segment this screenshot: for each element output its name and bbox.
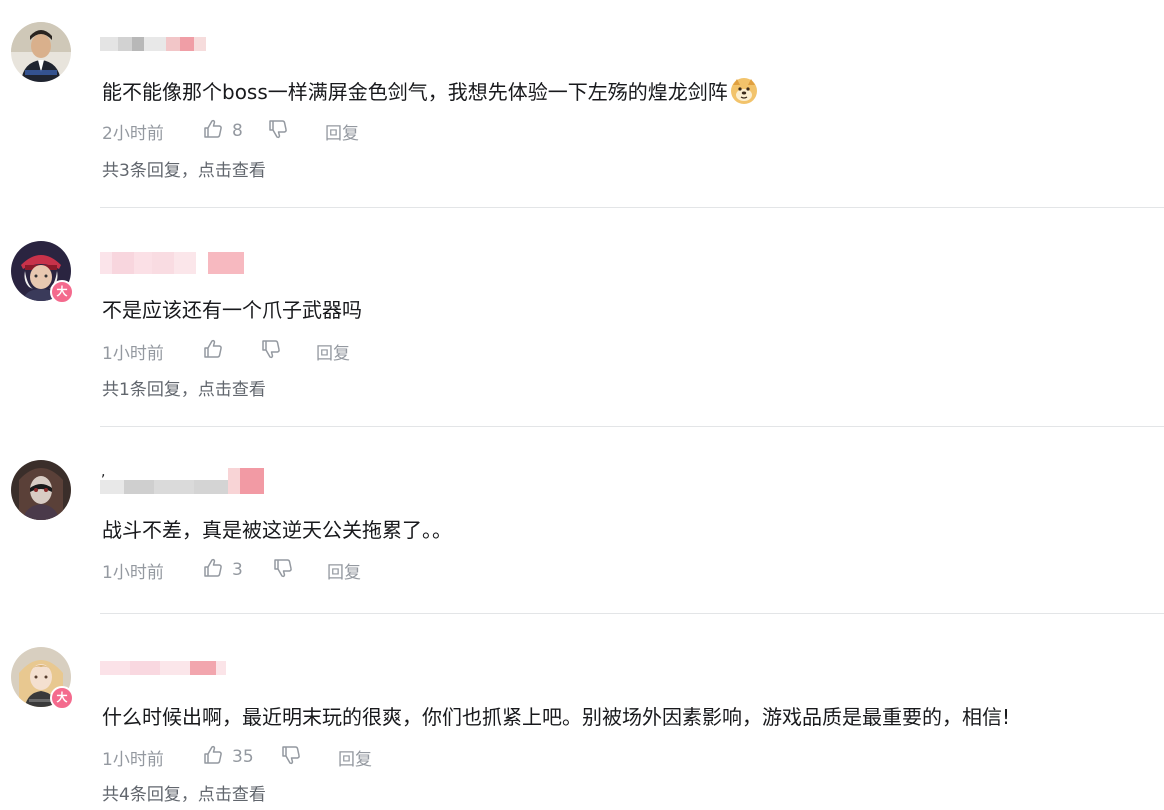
- like-button[interactable]: [202, 338, 260, 365]
- timestamp: 1小时前: [102, 343, 164, 364]
- thumbs-up-icon: [202, 338, 232, 365]
- comment-meta: 1小时前 3 回复: [102, 557, 361, 584]
- username[interactable]: [100, 252, 244, 274]
- view-replies-link[interactable]: 共1条回复，点击查看: [102, 379, 266, 401]
- thumbs-up-icon: [202, 557, 232, 584]
- comment-text: 什么时候出啊，最近明末玩的很爽，你们也抓紧上吧。别被场外因素影响，游戏品质是最重…: [102, 705, 1011, 729]
- divider: [100, 613, 1164, 614]
- dislike-button[interactable]: [260, 338, 316, 365]
- reply-button[interactable]: 回复: [325, 119, 359, 144]
- avatar[interactable]: [11, 22, 71, 82]
- thumbs-down-icon: [260, 338, 282, 365]
- avatar[interactable]: [11, 460, 71, 520]
- dislike-button[interactable]: [280, 744, 338, 771]
- username[interactable]: [100, 658, 226, 678]
- vip-badge: 大: [50, 686, 74, 710]
- comment-meta: 1小时前 回复: [102, 338, 350, 365]
- dislike-button[interactable]: [267, 118, 325, 145]
- like-button[interactable]: 3: [202, 557, 272, 584]
- thumbs-down-icon: [267, 118, 289, 145]
- vip-badge: 大: [50, 280, 74, 304]
- view-replies-link[interactable]: 共3条回复，点击查看: [102, 160, 266, 182]
- like-button[interactable]: 8: [202, 118, 267, 145]
- timestamp: 2小时前: [102, 123, 164, 144]
- like-count: 8: [232, 121, 243, 141]
- username[interactable]: [100, 34, 206, 54]
- thumbs-up-icon: [202, 744, 232, 771]
- comment-meta: 1小时前 35 回复: [102, 744, 372, 771]
- comment-text: 能不能像那个boss一样满屏金色剑气，我想先体验一下左殇的煌龙剑阵: [102, 77, 758, 111]
- like-button[interactable]: 35: [202, 744, 280, 771]
- thumbs-up-icon: [202, 118, 232, 145]
- thumbs-down-icon: [272, 557, 294, 584]
- reply-button[interactable]: 回复: [316, 339, 350, 364]
- like-count: 3: [232, 560, 243, 580]
- divider: [100, 426, 1164, 427]
- doge-emoji-icon: [730, 77, 758, 111]
- reply-button[interactable]: 回复: [327, 558, 361, 583]
- dislike-button[interactable]: [272, 557, 327, 584]
- timestamp: 1小时前: [102, 749, 164, 770]
- thumbs-down-icon: [280, 744, 302, 771]
- username[interactable]: ,: [100, 464, 264, 494]
- username-prefix: ,: [101, 464, 106, 480]
- comment-meta: 2小时前 8 回复: [102, 118, 359, 145]
- divider: [100, 207, 1164, 208]
- reply-button[interactable]: 回复: [338, 745, 372, 770]
- like-count: 35: [232, 747, 254, 767]
- comment-text: 不是应该还有一个爪子武器吗: [102, 298, 362, 322]
- view-replies-link[interactable]: 共4条回复，点击查看: [102, 784, 266, 806]
- timestamp: 1小时前: [102, 562, 164, 583]
- comment-text: 战斗不差，真是被这逆天公关拖累了。。: [102, 518, 452, 542]
